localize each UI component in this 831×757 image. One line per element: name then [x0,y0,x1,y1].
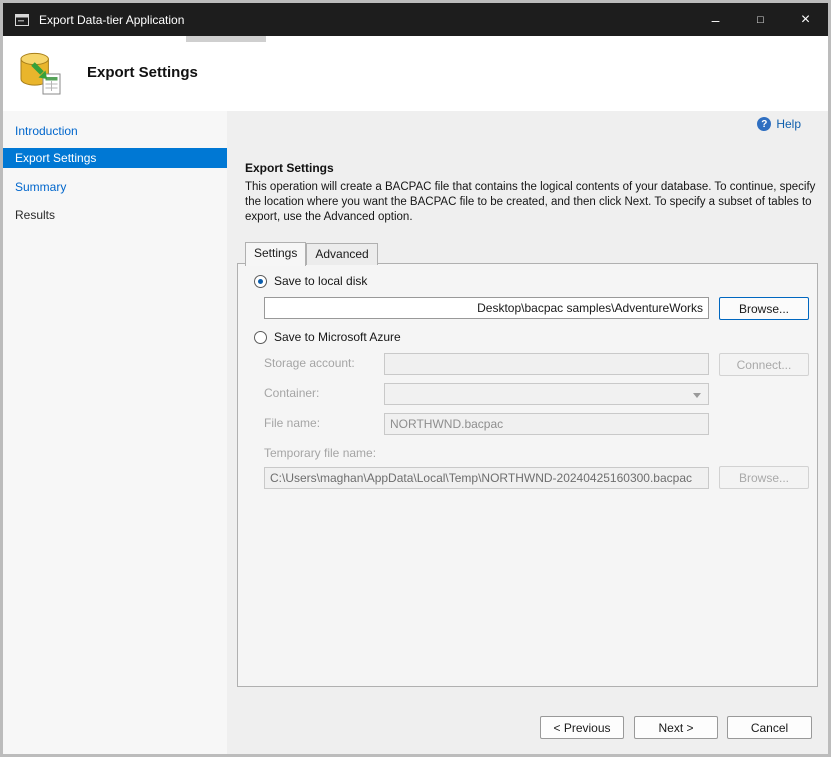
help-label: Help [776,117,801,131]
storage-account-input [384,353,709,375]
export-dialog: Export Data-tier Application – □ × [3,3,828,754]
export-database-icon [16,49,64,102]
close-icon: × [801,11,810,29]
sidebar-item-results[interactable]: Results [3,205,227,225]
temp-file-label: Temporary file name: [264,446,376,460]
temp-file-input [264,467,709,489]
wizard-header: Export Settings [3,36,828,111]
tab-strip: Settings Advanced [245,242,378,265]
section-description: This operation will create a BACPAC file… [245,180,823,225]
help-link[interactable]: ? Help [757,117,801,131]
wizard-nav: Introduction Export Settings Summary Res… [3,111,227,754]
minimize-button[interactable]: – [693,3,738,36]
close-button[interactable]: × [783,3,828,36]
radio-save-azure-label: Save to Microsoft Azure [274,330,401,344]
titlebar: Export Data-tier Application – □ × [3,3,828,36]
maximize-button[interactable]: □ [738,3,783,36]
main-content: ? Help Export Settings This operation wi… [227,111,828,754]
page-title: Export Settings [87,64,198,81]
settings-panel: Save to local disk Browse... Save to Mic… [237,263,818,687]
maximize-icon: □ [757,14,764,26]
radio-save-local-disk[interactable]: Save to local disk [254,274,367,288]
sidebar-item-introduction[interactable]: Introduction [3,121,227,141]
container-label: Container: [264,386,319,400]
connect-button: Connect... [719,353,809,376]
file-name-label: File name: [264,416,320,430]
next-button[interactable]: Next > [634,716,718,739]
browse-temp-button: Browse... [719,466,809,489]
file-name-input [384,413,709,435]
help-icon: ? [757,117,771,131]
radio-save-azure[interactable]: Save to Microsoft Azure [254,330,401,344]
previous-button[interactable]: < Previous [540,716,624,739]
tab-advanced[interactable]: Advanced [306,243,377,265]
minimize-icon: – [712,12,720,28]
dropdown-arrow-icon [693,393,701,398]
tab-settings[interactable]: Settings [245,242,306,266]
app-icon [14,12,30,28]
radio-save-local-disk-label: Save to local disk [274,274,367,288]
cancel-button[interactable]: Cancel [727,716,812,739]
section-title: Export Settings [245,161,334,175]
window-controls: – □ × [693,3,828,36]
radio-selected-icon [254,275,267,288]
window-title: Export Data-tier Application [39,13,184,27]
local-path-input[interactable] [264,297,709,319]
storage-account-label: Storage account: [264,356,355,370]
sidebar-item-export-settings[interactable]: Export Settings [3,148,227,168]
sidebar-item-summary[interactable]: Summary [3,177,227,197]
browse-local-button[interactable]: Browse... [719,297,809,320]
radio-unselected-icon [254,331,267,344]
container-select [384,383,709,405]
